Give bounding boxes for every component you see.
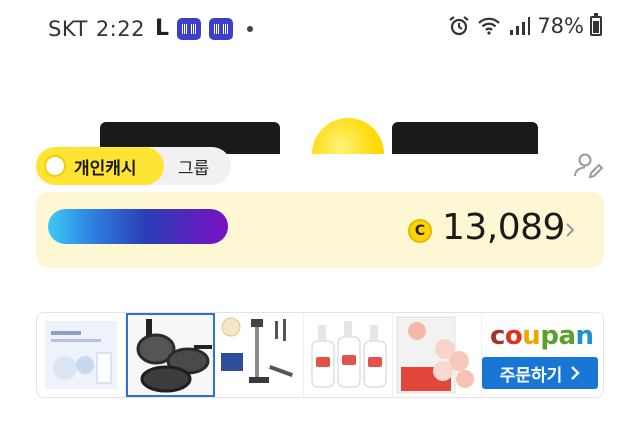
tab-group[interactable]: 그룹 <box>164 154 209 179</box>
cash-balance: 13,089 <box>442 207 565 248</box>
status-bar: SKT 2:22 L 78% <box>0 0 640 56</box>
ad-product-frying-pans[interactable] <box>126 313 215 397</box>
notification-dot-icon <box>247 25 254 32</box>
carrier-name: SKT <box>48 16 88 41</box>
wifi-icon <box>478 17 501 35</box>
battery-percent: 78% <box>537 14 584 38</box>
chevron-right-icon <box>571 366 580 380</box>
sun-illustration <box>312 118 384 154</box>
profile-edit-icon[interactable] <box>572 150 604 182</box>
barcode-app-icon <box>209 17 234 40</box>
coupang-logo-letter: u <box>522 321 541 351</box>
line-icon: L <box>154 16 170 41</box>
clock-time: 2:22 <box>95 16 145 41</box>
coupang-logo-letter: c <box>490 321 505 351</box>
tab-personal-cash[interactable]: 개인캐시 <box>36 147 164 185</box>
signal-icon <box>510 17 531 35</box>
balance-card[interactable]: C 13,089 <box>36 192 604 268</box>
chevron-right-icon[interactable] <box>564 221 576 239</box>
dumplings-pack-image <box>396 316 474 394</box>
status-bar-right: 78% <box>447 13 602 38</box>
hand-wash-bottles-image <box>311 321 387 388</box>
tissue-pack-image <box>45 321 117 389</box>
coupang-logo-letter: a <box>558 321 576 351</box>
tab-personal-cash-label: 개인캐시 <box>74 158 137 179</box>
coupang-panel[interactable]: coupang 주문하기 <box>482 313 603 397</box>
battery-icon <box>590 13 602 36</box>
ad-product-tissue[interactable] <box>37 313 126 397</box>
cash-level-bar <box>48 209 228 244</box>
cash-type-tabs: 개인캐시 그룹 <box>36 147 231 185</box>
coin-icon: C <box>408 219 432 243</box>
coupang-logo-letter: o <box>504 321 523 351</box>
banner-text-shape <box>392 122 538 154</box>
status-bar-left: SKT 2:22 L <box>48 16 254 41</box>
ad-product-dumplings[interactable] <box>393 313 482 397</box>
ad-product-vacuum[interactable] <box>215 313 304 397</box>
coupang-ad-strip[interactable]: coupang 주문하기 <box>36 312 604 398</box>
barcode-app-icon <box>177 17 202 40</box>
order-now-label: 주문하기 <box>499 365 563 386</box>
ad-product-hand-wash[interactable] <box>304 313 393 397</box>
cordless-vacuum-image <box>221 317 293 383</box>
frying-pans-image <box>128 315 213 395</box>
coupang-logo-letter: n <box>575 321 594 351</box>
alarm-icon <box>449 16 469 36</box>
order-now-button[interactable]: 주문하기 <box>482 357 598 389</box>
radio-indicator-icon <box>44 155 66 177</box>
coupang-logo-letter: p <box>540 321 559 351</box>
